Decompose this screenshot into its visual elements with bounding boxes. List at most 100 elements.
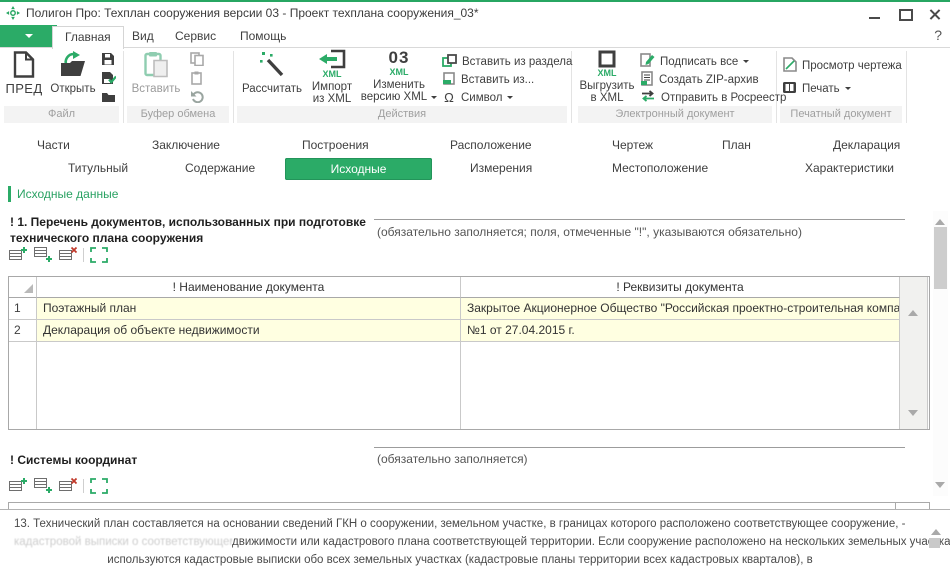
divider-line xyxy=(374,447,905,448)
tab-servis[interactable]: Сервис xyxy=(163,26,228,47)
cell-document-name[interactable]: Поэтажный план xyxy=(37,298,461,320)
paste-button[interactable]: Вставить xyxy=(129,49,183,95)
partial-table-edge xyxy=(929,502,930,509)
section-tab-chertezh[interactable]: Чертеж xyxy=(612,138,653,152)
copy-icon[interactable] xyxy=(190,51,204,66)
tab-glavnaya[interactable]: Главная xyxy=(52,26,124,49)
help-text-faded: кадастровой выписки о соответствующем об… xyxy=(14,536,232,548)
send-rosreestr-button[interactable]: Отправить в Росреестр xyxy=(640,90,786,105)
scroll-up-icon[interactable] xyxy=(908,305,918,316)
empty-cell xyxy=(461,342,900,429)
undo-icon[interactable] xyxy=(190,89,204,104)
cell-document-details[interactable]: №1 от 27.04.2015 г. xyxy=(461,320,900,342)
section-tab-soderzhanie[interactable]: Содержание xyxy=(185,161,255,175)
insert-row-icon[interactable] xyxy=(33,246,52,263)
row-header[interactable]: 2 xyxy=(9,320,37,342)
subtab-ishodnye-dannye[interactable]: Исходные данные xyxy=(17,187,118,201)
section2-title: ! Системы координат xyxy=(10,452,137,468)
pred-button[interactable]: ПРЕД xyxy=(4,49,44,95)
insert-row-icon[interactable] xyxy=(33,477,52,494)
insert-from-button[interactable]: Вставить из... xyxy=(442,72,572,87)
export-xml-button[interactable]: XML Выгрузить в XML xyxy=(578,49,636,104)
omega-icon: Ω xyxy=(442,90,456,105)
section-tab-ishodnye-active[interactable]: Исходные xyxy=(285,158,432,180)
zip-archive-icon xyxy=(640,71,654,89)
cell-document-name[interactable]: Декларация об объекте недвижимости xyxy=(37,320,461,342)
section-tab-titulnyj[interactable]: Титульный xyxy=(68,161,128,175)
print-button[interactable]: Печать xyxy=(782,81,902,96)
group-label-actions: Действия xyxy=(237,106,567,123)
file-menu-button[interactable] xyxy=(0,25,57,47)
expand-table-icon[interactable] xyxy=(90,246,108,263)
edoc-commands: Подписать все Создать ZIP-архив Отправит… xyxy=(640,54,786,105)
table1-toolbar xyxy=(8,246,108,263)
delete-row-icon[interactable] xyxy=(58,246,77,263)
help-button[interactable]: ? xyxy=(934,27,942,43)
add-row-icon[interactable] xyxy=(8,246,27,263)
section-tab-plan[interactable]: План xyxy=(722,138,751,152)
section-tab-harakteristiki[interactable]: Характеристики xyxy=(805,161,894,175)
delete-row-icon[interactable] xyxy=(58,477,77,494)
close-project-icon[interactable] xyxy=(101,89,116,104)
section-tab-zaklyuchenie[interactable]: Заключение xyxy=(152,138,220,152)
section-tab-postroeniya[interactable]: Построения xyxy=(302,138,369,152)
section-tab-izmereniya[interactable]: Измерения xyxy=(470,161,532,175)
table-corner-cell[interactable] xyxy=(9,277,37,298)
calculate-button[interactable]: Рассчитать xyxy=(240,49,304,95)
help-text-line3: используются кадастровые выписки обо все… xyxy=(0,554,920,566)
group-separator xyxy=(906,51,907,123)
scrollbar-thumb[interactable] xyxy=(929,538,940,548)
window-controls xyxy=(868,2,942,25)
magic-wand-icon xyxy=(259,49,285,79)
change-xml-version-button[interactable]: 03 XML Изменить версию XML xyxy=(360,49,438,103)
table-scrollbar[interactable] xyxy=(900,277,928,429)
section-tab-chasti[interactable]: Части xyxy=(37,138,70,152)
group-label-printdoc: Печатный документ xyxy=(780,106,902,123)
save-icon[interactable] xyxy=(101,51,116,66)
help-text-line2: кадастровой выписки о соответствующем об… xyxy=(14,536,950,548)
table2-toolbar xyxy=(8,477,108,494)
ribbon-tab-bar: Главная Вид Сервис Помощь ? xyxy=(0,25,950,48)
maximize-button[interactable] xyxy=(898,7,912,21)
scroll-down-icon[interactable] xyxy=(935,482,945,493)
scrollbar-thumb[interactable] xyxy=(934,227,947,289)
symbol-button[interactable]: Ω Символ xyxy=(442,90,572,105)
empty-cell xyxy=(9,342,37,429)
sign-all-button[interactable]: Подписать все xyxy=(640,54,786,69)
scroll-down-icon[interactable] xyxy=(908,410,918,421)
open-folder-icon xyxy=(58,49,88,79)
dropdown-caret-icon xyxy=(431,96,437,102)
save-as-icon[interactable] xyxy=(101,70,116,85)
app-window: Полигон Про: Техплан сооружения версии 0… xyxy=(0,0,950,573)
app-logo-icon xyxy=(6,6,20,23)
preview-drawing-button[interactable]: Просмотр чертежа xyxy=(782,58,902,73)
create-zip-button[interactable]: Создать ZIP-архив xyxy=(640,72,786,87)
tab-vid[interactable]: Вид xyxy=(120,26,166,47)
section2-hint: (обязательно заполняется) xyxy=(377,452,528,466)
scroll-up-icon[interactable] xyxy=(935,214,945,225)
row-header[interactable]: 1 xyxy=(9,298,37,320)
column-header-details[interactable]: ! Реквизиты документа xyxy=(461,277,900,298)
close-button[interactable] xyxy=(928,7,942,21)
clipboard-small-buttons xyxy=(190,51,204,104)
paste-special-icon[interactable] xyxy=(190,70,204,85)
section-tab-mestopolozhenie[interactable]: Местоположение xyxy=(612,161,708,175)
insert-from-section-button[interactable]: Вставить из раздела xyxy=(442,54,572,69)
column-header-name[interactable]: ! Наименование документа xyxy=(37,277,461,298)
select-all-triangle-icon xyxy=(24,284,33,293)
add-row-icon[interactable] xyxy=(8,477,27,494)
transfer-arrows-icon xyxy=(640,90,656,105)
import-xml-button[interactable]: XML Импорт из XML xyxy=(306,49,358,105)
xml-import-icon xyxy=(317,49,347,69)
tab-pomosch[interactable]: Помощь xyxy=(228,26,298,47)
group-label-clipboard: Буфер обмена xyxy=(127,106,229,123)
section-tab-raspolozhenie[interactable]: Расположение xyxy=(450,138,532,152)
section-tab-deklaraciya[interactable]: Декларация xyxy=(833,138,900,152)
cell-document-details[interactable]: Закрытое Акционерное Общество "Российска… xyxy=(461,298,900,320)
open-button[interactable]: Открыть xyxy=(46,49,100,95)
expand-table-icon[interactable] xyxy=(90,477,108,494)
main-scrollbar[interactable] xyxy=(933,211,948,496)
scroll-up-icon[interactable] xyxy=(931,524,941,535)
group-label-file: Файл xyxy=(4,106,119,123)
minimize-button[interactable] xyxy=(868,7,882,21)
